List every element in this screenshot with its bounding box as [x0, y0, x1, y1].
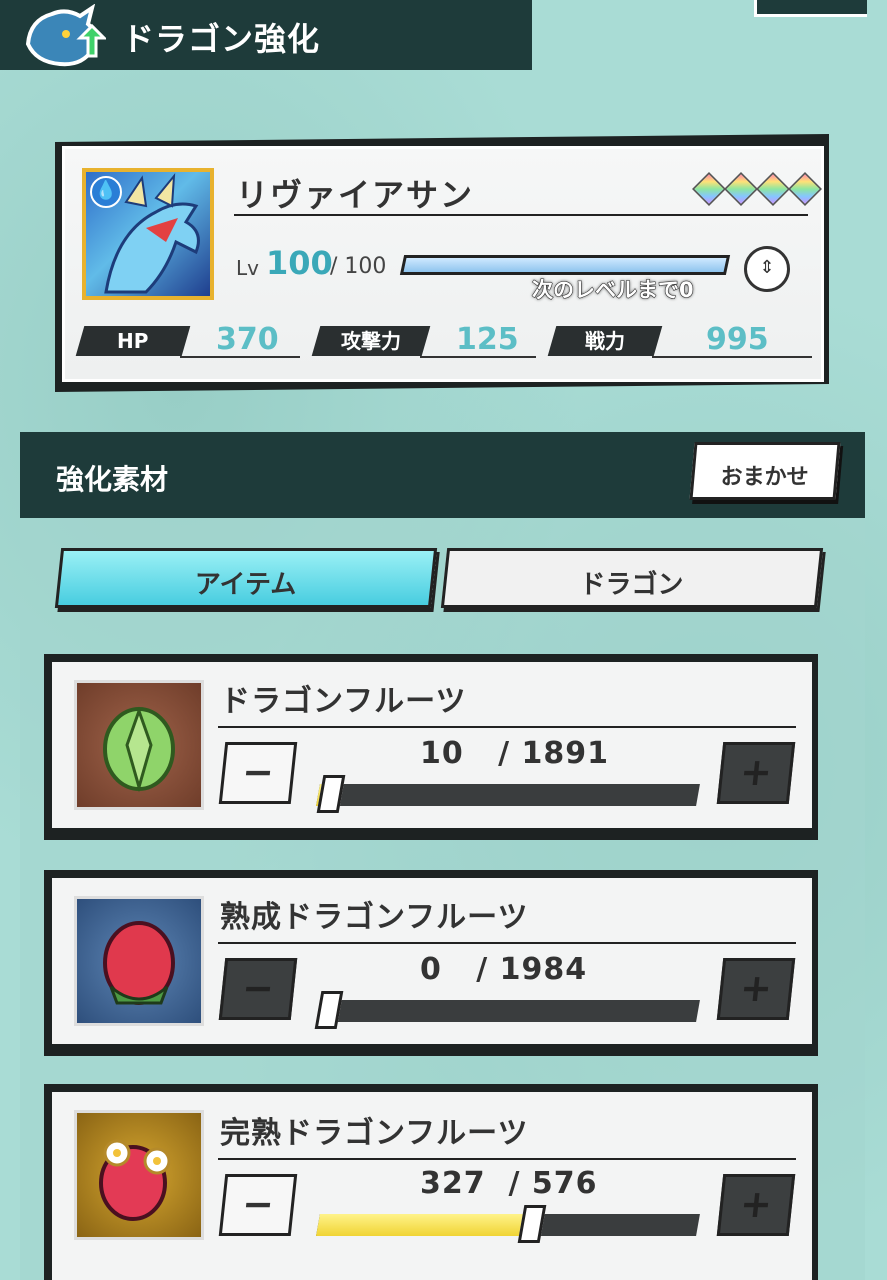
auto-select-button[interactable]: おまかせ — [689, 442, 841, 500]
level-toggle-button[interactable]: ⇕ — [744, 246, 790, 292]
top-right-decoration — [754, 0, 867, 17]
item-count: 10 / 1891 — [420, 736, 609, 771]
stat-label: 戦力 — [547, 326, 663, 356]
level-max: / 100 — [330, 254, 387, 279]
tab-dragons[interactable]: ドラゴン — [440, 548, 824, 608]
dragon-upgrade-icon — [22, 3, 108, 70]
next-level-text: 次のレベルまで0 — [532, 278, 695, 303]
rarity-stars — [692, 172, 822, 206]
item-underline — [218, 942, 796, 944]
level-label: Lv — [236, 256, 259, 280]
page-title: ドラゴン強化 — [122, 20, 321, 58]
decrease-button[interactable]: − — [218, 1174, 298, 1236]
item-count: 0 / 1984 — [420, 952, 588, 987]
increase-button[interactable]: + — [716, 1174, 796, 1236]
stat-label: HP — [75, 326, 191, 356]
level-value: 100 — [266, 244, 333, 282]
exp-bar-fill — [403, 258, 727, 272]
stat-value: 125 — [456, 322, 519, 357]
item-slider[interactable] — [316, 1000, 700, 1022]
rarity-star-icon — [692, 172, 726, 206]
name-underline — [234, 214, 808, 216]
rarity-star-icon — [756, 172, 790, 206]
stat-value: 995 — [706, 322, 769, 357]
dragon-name: リヴァイアサン — [236, 176, 475, 214]
item-name: 完熟ドラゴンフルーツ — [220, 1116, 529, 1151]
item-slider[interactable] — [316, 784, 700, 806]
item-underline — [218, 726, 796, 728]
item-name: 熟成ドラゴンフルーツ — [220, 900, 529, 935]
rarity-star-icon — [724, 172, 758, 206]
rarity-star-icon — [788, 172, 822, 206]
stat-label: 攻撃力 — [311, 326, 431, 356]
decrease-button[interactable]: − — [218, 958, 298, 1020]
stat-underline — [420, 356, 536, 358]
increase-button[interactable]: + — [716, 958, 796, 1020]
stat-value: 370 — [216, 322, 279, 357]
dragon-portrait[interactable]: 💧 — [82, 168, 214, 300]
tab-items[interactable]: アイテム — [54, 548, 438, 608]
red-dragon-fruit-icon — [74, 896, 204, 1026]
increase-button[interactable]: + — [716, 742, 796, 804]
item-name: ドラゴンフルーツ — [220, 684, 467, 719]
slider-fill — [316, 1214, 536, 1236]
stat-underline — [652, 356, 812, 358]
materials-title: 強化素材 — [56, 463, 169, 496]
ripe-dragon-fruit-icon — [74, 1110, 204, 1240]
green-dragon-fruit-icon — [74, 680, 204, 810]
item-slider[interactable] — [316, 1214, 700, 1236]
item-underline — [218, 1158, 796, 1160]
item-count: 327 / 576 — [420, 1166, 598, 1201]
water-element-icon: 💧 — [90, 176, 122, 208]
stat-underline — [180, 356, 300, 358]
decrease-button[interactable]: − — [218, 742, 298, 804]
exp-bar — [399, 255, 731, 275]
